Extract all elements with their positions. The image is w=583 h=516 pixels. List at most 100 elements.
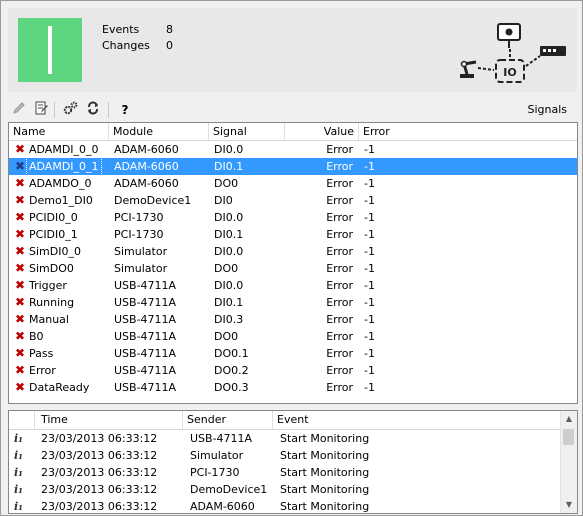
log-row[interactable]: i₁ 23/03/2013 06:33:12 Simulator Start Moni…: [9, 447, 577, 464]
scrollbar-thumb[interactable]: [563, 429, 574, 445]
pencil-icon[interactable]: [10, 101, 28, 119]
event-log-scrollbar[interactable]: ▲ ▼: [560, 411, 577, 513]
signal-value: Error: [326, 177, 353, 190]
signal-channel: DI0.1: [214, 296, 244, 309]
signal-name: B0: [27, 328, 46, 345]
signal-row[interactable]: ✖ ADAMDI_0_0 ADAM-6060 DI0.0 Error -1: [9, 141, 577, 158]
signal-row[interactable]: ✖ Running USB-4711A DI0.1 Error -1: [9, 294, 577, 311]
signal-module: PCI-1730: [114, 228, 164, 241]
error-x-icon: ✖: [14, 278, 26, 292]
app-window: Events 8 Changes 0 IO ? Signals Name Mod…: [0, 0, 583, 516]
column-header-signal[interactable]: Signal: [209, 123, 285, 140]
signal-module: DemoDevice1: [114, 194, 192, 207]
error-x-icon: ✖: [14, 295, 26, 309]
signal-channel: DI0.0: [214, 279, 244, 292]
signal-error: -1: [364, 279, 375, 292]
signal-value: Error: [326, 313, 353, 326]
signals-table: Name Module Signal Value Error ✖ ADAMDI_0…: [8, 122, 578, 404]
log-row[interactable]: i₁ 23/03/2013 06:33:12 ADAM-6060 Start Moni…: [9, 498, 577, 513]
io-module-icon: IO: [495, 49, 525, 83]
signal-row[interactable]: ✖ Pass USB-4711A DO0.1 Error -1: [9, 345, 577, 362]
signal-name-text: Pass: [29, 347, 54, 360]
signal-name: DataReady: [27, 379, 91, 396]
stats-panel: Events 8 Changes 0: [102, 22, 173, 54]
signal-name: PCIDI0_0: [27, 209, 80, 226]
signal-value: Error: [326, 245, 353, 258]
error-x-icon: ✖: [14, 176, 26, 190]
log-sender: Simulator: [190, 449, 244, 462]
svg-text:IO: IO: [503, 66, 516, 79]
signal-name: Trigger: [27, 277, 69, 294]
log-sender: USB-4711A: [190, 432, 253, 445]
signal-channel: DI0.1: [214, 228, 244, 241]
signal-row[interactable]: ✖ ADAMDO_0 ADAM-6060 DO0 Error -1: [9, 175, 577, 192]
signal-row[interactable]: ✖ Trigger USB-4711A DI0.0 Error -1: [9, 277, 577, 294]
info-icon: i₁: [14, 449, 23, 462]
signal-error: -1: [364, 381, 375, 394]
panel-title: Signals: [527, 103, 567, 116]
signal-row[interactable]: ✖ SimDO0 Simulator DO0 Error -1: [9, 260, 577, 277]
signal-row[interactable]: ✖ PCIDI0_1 PCI-1730 DI0.1 Error -1: [9, 226, 577, 243]
refresh-icon[interactable]: [84, 101, 102, 119]
signal-channel: DO0.1: [214, 347, 249, 360]
signal-value: Error: [326, 228, 353, 241]
edit-document-icon[interactable]: [32, 101, 50, 119]
signal-row[interactable]: ✖ ADAMDI_0_1 ADAM-6060 DI0.1 Error -1: [9, 157, 577, 176]
signal-value: Error: [326, 330, 353, 343]
column-header-sender[interactable]: Sender: [183, 411, 273, 429]
signal-row[interactable]: ✖ DataReady USB-4711A DO0.3 Error -1: [9, 379, 577, 396]
error-x-icon: ✖: [14, 159, 26, 173]
signal-name-text: Error: [29, 364, 56, 377]
signal-row[interactable]: ✖ Manual USB-4711A DI0.3 Error -1: [9, 311, 577, 328]
signal-value: Error: [326, 211, 353, 224]
signal-name: Running: [27, 294, 76, 311]
log-sender: PCI-1730: [190, 466, 240, 479]
help-icon[interactable]: ?: [116, 101, 134, 119]
signal-module: Simulator: [114, 262, 168, 275]
error-x-icon: ✖: [14, 210, 26, 224]
signal-module: USB-4711A: [114, 364, 177, 377]
signal-row[interactable]: ✖ B0 USB-4711A DO0 Error -1: [9, 328, 577, 345]
scroll-up-icon[interactable]: ▲: [561, 411, 577, 427]
signal-error: -1: [364, 228, 375, 241]
log-row[interactable]: i₁ 23/03/2013 06:33:12 USB-4711A Start Moni…: [9, 430, 577, 447]
info-icon: i₁: [14, 483, 23, 496]
error-x-icon: ✖: [14, 380, 26, 394]
signal-row[interactable]: ✖ Error USB-4711A DO0.2 Error -1: [9, 362, 577, 379]
signal-channel: DI0.0: [214, 211, 244, 224]
signal-channel: DO0: [214, 177, 239, 190]
column-header-time[interactable]: Time: [35, 411, 183, 429]
column-header-name[interactable]: Name: [9, 123, 109, 140]
signal-name-text: PCIDI0_0: [29, 211, 78, 224]
signal-row[interactable]: ✖ Demo1_DI0 DemoDevice1 DI0 Error -1: [9, 192, 577, 209]
settings-gears-icon[interactable]: [62, 101, 80, 119]
signal-channel: DO0.2: [214, 364, 249, 377]
info-icon: i₁: [14, 432, 23, 445]
scroll-down-icon[interactable]: ▼: [561, 497, 577, 513]
signal-name-text: Demo1_DI0: [29, 194, 93, 207]
status-indicator: [18, 18, 82, 82]
error-x-icon: ✖: [14, 227, 26, 241]
column-header-error[interactable]: Error: [359, 123, 577, 140]
signal-value: Error: [326, 279, 353, 292]
signal-name: PCIDI0_1: [27, 226, 80, 243]
log-time: 23/03/2013 06:33:12: [41, 466, 158, 479]
device-rack-icon: [525, 46, 566, 67]
signal-name-text: Running: [29, 296, 75, 309]
signal-row[interactable]: ✖ SimDI0_0 Simulator DI0.0 Error -1: [9, 243, 577, 260]
signal-value: Error: [326, 364, 353, 377]
column-header-value[interactable]: Value: [285, 123, 359, 140]
column-header-event[interactable]: Event: [273, 411, 561, 429]
info-icon: i₁: [14, 466, 23, 479]
signal-channel: DI0.0: [214, 143, 244, 156]
log-event: Start Monitoring: [280, 500, 370, 513]
signal-name-text: DataReady: [29, 381, 90, 394]
log-row[interactable]: i₁ 23/03/2013 06:33:12 PCI-1730 Start Monit…: [9, 464, 577, 481]
column-header-module[interactable]: Module: [109, 123, 209, 140]
signal-row[interactable]: ✖ PCIDI0_0 PCI-1730 DI0.0 Error -1: [9, 209, 577, 226]
signal-value: Error: [326, 160, 353, 173]
log-row[interactable]: i₁ 23/03/2013 06:33:12 DemoDevice1 Start Mo…: [9, 481, 577, 498]
status-header: Events 8 Changes 0 IO: [8, 8, 577, 92]
error-x-icon: ✖: [14, 363, 26, 377]
error-x-icon: ✖: [14, 142, 26, 156]
